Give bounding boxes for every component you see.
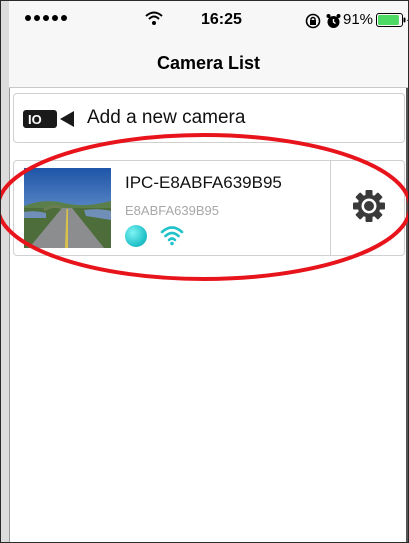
alarm-icon (326, 14, 341, 28)
camera-open-button[interactable]: IPC-E8ABFA639B95 E8ABFA639B95 (14, 161, 330, 255)
video-camera-icon: IO (23, 110, 74, 128)
add-camera-label: Add a new camera (87, 107, 246, 128)
camera-thumbnail (24, 168, 111, 248)
app-screen: 16:25 91% Camera List IO Add a new camer… (0, 0, 409, 543)
online-status-icon (125, 225, 147, 247)
battery-percent: 91% (343, 11, 374, 28)
camera-id: E8ABFA639B95 (125, 203, 219, 218)
navigation-bar: Camera List (9, 39, 408, 88)
status-time: 16:25 (201, 11, 242, 28)
svg-text:IO: IO (28, 112, 42, 127)
signal-dots-icon (25, 15, 67, 21)
camera-name: IPC-E8ABFA639B95 (125, 173, 282, 192)
battery-icon (376, 13, 406, 27)
wifi-signal-icon (160, 226, 184, 246)
orientation-lock-icon (305, 13, 321, 29)
status-bar: 16:25 91% (9, 1, 408, 39)
page-title: Camera List (156, 53, 261, 73)
camera-list-item: IPC-E8ABFA639B95 E8ABFA639B95 (13, 160, 405, 256)
camera-settings-button[interactable] (331, 161, 405, 255)
add-camera-button[interactable]: IO Add a new camera (13, 93, 405, 143)
wifi-icon (145, 11, 163, 25)
gear-icon (353, 190, 385, 222)
camera-thumbnail-image (24, 168, 111, 248)
